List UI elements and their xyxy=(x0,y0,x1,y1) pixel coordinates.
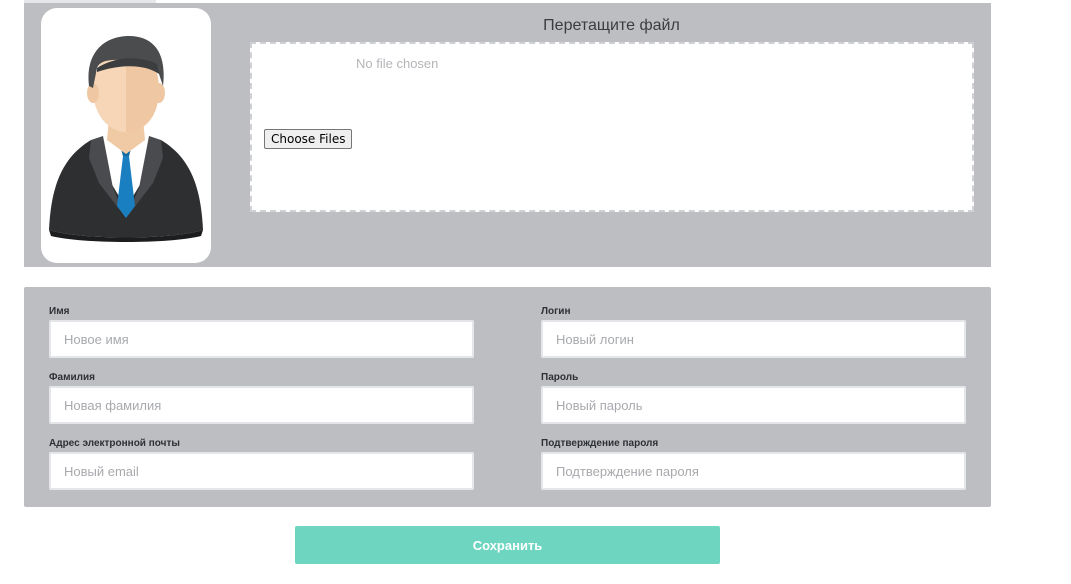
login-group: Логин xyxy=(541,306,966,358)
upload-panel: Перетащите файл No file chosen Choose Fi… xyxy=(24,3,991,267)
email-input[interactable] xyxy=(49,452,474,490)
avatar xyxy=(41,8,211,263)
drop-zone-title: Перетащите файл xyxy=(543,17,680,34)
login-label: Логин xyxy=(541,306,571,317)
profile-form: Имя Логин Фамилия Пароль Адрес электронн… xyxy=(24,287,991,507)
password-confirm-input[interactable] xyxy=(541,452,966,490)
no-file-chosen-text: No file chosen xyxy=(356,56,439,71)
last-name-input[interactable] xyxy=(49,386,474,424)
password-group: Пароль xyxy=(541,372,966,424)
last-name-group: Фамилия xyxy=(49,372,474,424)
last-name-label: Фамилия xyxy=(49,372,95,383)
choose-files-button[interactable]: Choose Files xyxy=(264,129,353,149)
businessman-avatar-icon xyxy=(49,36,203,242)
password-confirm-label: Подтверждение пароля xyxy=(541,438,659,449)
password-label: Пароль xyxy=(541,372,579,383)
first-name-input[interactable] xyxy=(49,320,474,358)
login-input[interactable] xyxy=(541,320,966,358)
password-confirm-group: Подтверждение пароля xyxy=(541,438,966,490)
password-input[interactable] xyxy=(541,386,966,424)
first-name-group: Имя xyxy=(49,306,474,358)
first-name-label: Имя xyxy=(49,306,70,317)
email-group: Адрес электронной почты xyxy=(49,438,474,490)
email-label: Адрес электронной почты xyxy=(49,438,180,449)
file-drop-zone[interactable]: No file chosen Choose Files xyxy=(250,42,974,212)
save-button[interactable]: Сохранить xyxy=(295,526,720,564)
